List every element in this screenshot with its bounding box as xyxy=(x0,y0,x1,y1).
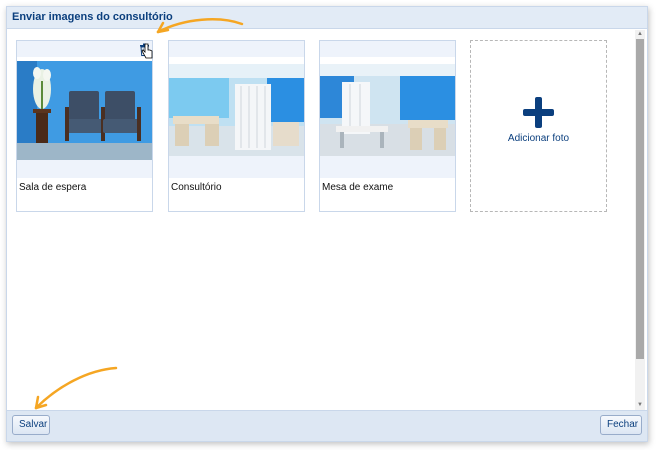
photo-label: Sala de espera xyxy=(19,182,87,193)
plus-icon xyxy=(523,97,554,128)
upload-photos-dialog: Enviar imagens do consultório Sala de es… xyxy=(6,6,648,442)
photo-card-header xyxy=(17,41,152,57)
scroll-down-arrow-icon[interactable]: ▼ xyxy=(635,401,645,410)
vertical-scrollbar[interactable]: ▲ ▼ xyxy=(635,30,645,410)
scrollbar-thumb[interactable] xyxy=(636,39,644,359)
scroll-up-arrow-icon[interactable]: ▲ xyxy=(635,30,645,39)
photo-card-footer xyxy=(320,156,455,178)
photo-card-consulting-room[interactable]: Consultório xyxy=(168,40,305,212)
close-button[interactable]: Fechar xyxy=(600,415,642,435)
photo-consulting-room xyxy=(169,64,304,156)
add-photo-label: Adicionar foto xyxy=(507,133,570,144)
photo-waiting-room xyxy=(17,61,152,160)
photo-gallery: Sala de espera Consultório Mesa de exame… xyxy=(9,30,633,410)
photo-label: Consultório xyxy=(171,182,222,193)
save-button[interactable]: Salvar xyxy=(12,415,50,435)
add-photo-button[interactable]: Adicionar foto xyxy=(470,40,607,212)
photo-card-header xyxy=(169,41,304,57)
photo-exam-table xyxy=(320,64,455,156)
trash-icon[interactable] xyxy=(139,43,150,56)
photo-card-header xyxy=(320,41,455,57)
photo-card-exam-table[interactable]: Mesa de exame xyxy=(319,40,456,212)
dialog-footer: Salvar Fechar xyxy=(7,410,647,441)
photo-card-footer xyxy=(169,156,304,178)
photo-card-footer xyxy=(17,160,152,178)
photo-label: Mesa de exame xyxy=(322,182,394,193)
dialog-titlebar: Enviar imagens do consultório xyxy=(7,7,647,29)
photo-card-waiting-room[interactable]: Sala de espera xyxy=(16,40,153,212)
dialog-title: Enviar imagens do consultório xyxy=(12,11,173,23)
